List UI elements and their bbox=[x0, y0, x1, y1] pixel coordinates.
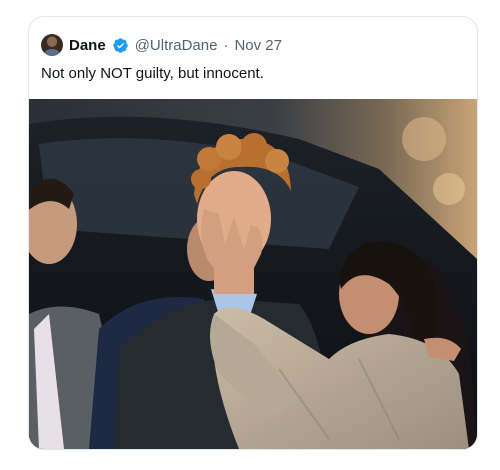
photo-illustration bbox=[29, 99, 477, 449]
tweet-text: Not only NOT guilty, but innocent. bbox=[41, 65, 264, 82]
user-avatar[interactable] bbox=[41, 34, 63, 56]
previous-content-fragment bbox=[0, 0, 500, 8]
author-name[interactable]: Dane bbox=[69, 37, 106, 54]
verified-badge-icon bbox=[112, 37, 128, 53]
author-handle[interactable]: @UltraDane bbox=[135, 37, 218, 54]
tweet-date[interactable]: Nov 27 bbox=[234, 37, 282, 54]
tweet-header: Dane @UltraDane · Nov 27 bbox=[41, 34, 282, 56]
tweet-photo[interactable] bbox=[29, 99, 477, 449]
dot-separator: · bbox=[223, 36, 229, 54]
tweet-card[interactable]: Dane @UltraDane · Nov 27 Not only NOT gu… bbox=[28, 16, 478, 450]
